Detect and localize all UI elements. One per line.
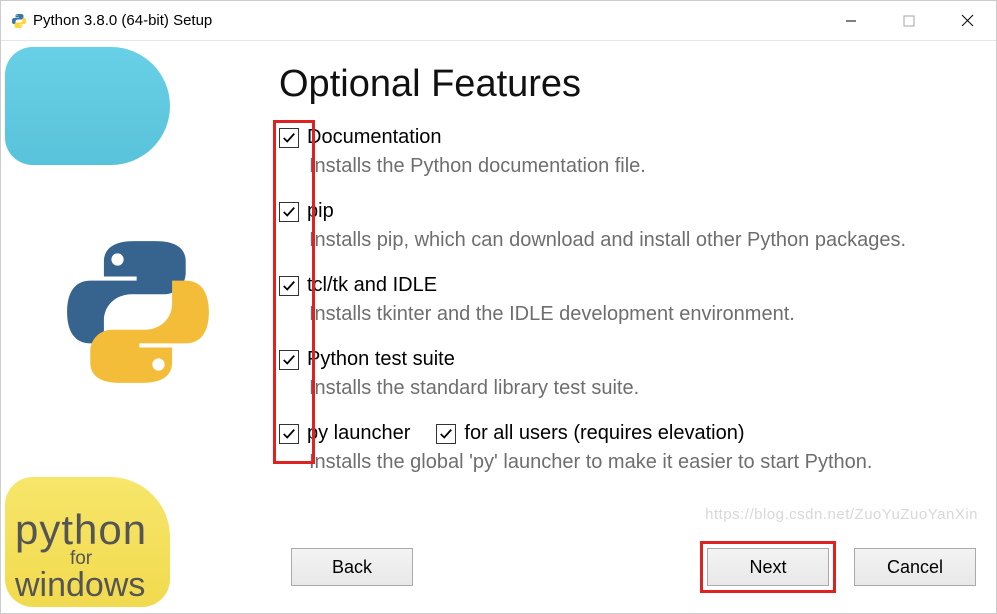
back-button-label: Back (332, 557, 372, 578)
python-logo-icon (63, 237, 213, 392)
window-title: Python 3.8.0 (64-bit) Setup (33, 12, 212, 29)
feature-list: Documentation Installs the Python docume… (279, 126, 976, 474)
branding-text: python for windows (15, 506, 147, 605)
feature-pip: pip Installs pip, which can download and… (279, 200, 976, 252)
checkbox-testsuite[interactable] (279, 350, 299, 370)
app-icon (11, 13, 27, 29)
minimize-button[interactable] (822, 1, 880, 41)
maximize-button[interactable] (880, 1, 938, 41)
feature-launcher: py launcher for all users (requires elev… (279, 422, 976, 474)
checkbox-pip[interactable] (279, 202, 299, 222)
next-button[interactable]: Next (707, 548, 829, 586)
feature-testsuite-label: Python test suite (307, 348, 455, 371)
feature-documentation-desc: Installs the Python documentation file. (309, 155, 976, 178)
branding-line3: windows (15, 566, 147, 605)
feature-tcltk-desc: Installs tkinter and the IDLE developmen… (309, 303, 976, 326)
cancel-button[interactable]: Cancel (854, 548, 976, 586)
feature-pip-desc: Installs pip, which can download and ins… (309, 229, 976, 252)
checkbox-launcher[interactable] (279, 424, 299, 444)
titlebar: Python 3.8.0 (64-bit) Setup (1, 1, 996, 41)
close-button[interactable] (938, 1, 996, 41)
main-panel: Optional Features Documentation Installs… (261, 41, 996, 613)
cancel-button-label: Cancel (887, 557, 943, 578)
button-row: Back Next Cancel (279, 541, 976, 593)
feature-testsuite: Python test suite Installs the standard … (279, 348, 976, 400)
feature-documentation: Documentation Installs the Python docume… (279, 126, 976, 178)
watermark-text: https://blog.csdn.net/ZuoYuZuoYanXin (705, 506, 978, 523)
next-button-label: Next (749, 557, 786, 578)
page-heading: Optional Features (279, 63, 976, 106)
checkbox-tcltk[interactable] (279, 276, 299, 296)
decorative-blob-cyan (5, 47, 170, 165)
feature-testsuite-desc: Installs the standard library test suite… (309, 377, 976, 400)
feature-documentation-label: Documentation (307, 126, 442, 149)
next-button-highlight-annotation: Next (700, 541, 836, 593)
feature-all-users-label: for all users (requires elevation) (464, 422, 744, 445)
feature-tcltk: tcl/tk and IDLE Installs tkinter and the… (279, 274, 976, 326)
feature-launcher-label: py launcher (307, 422, 410, 445)
feature-tcltk-label: tcl/tk and IDLE (307, 274, 437, 297)
back-button[interactable]: Back (291, 548, 413, 586)
feature-launcher-desc: Installs the global 'py' launcher to mak… (309, 451, 976, 474)
feature-pip-label: pip (307, 200, 334, 223)
sidebar: python for windows (1, 41, 261, 613)
checkbox-documentation[interactable] (279, 128, 299, 148)
branding-line1: python (15, 506, 147, 554)
checkbox-all-users[interactable] (436, 424, 456, 444)
